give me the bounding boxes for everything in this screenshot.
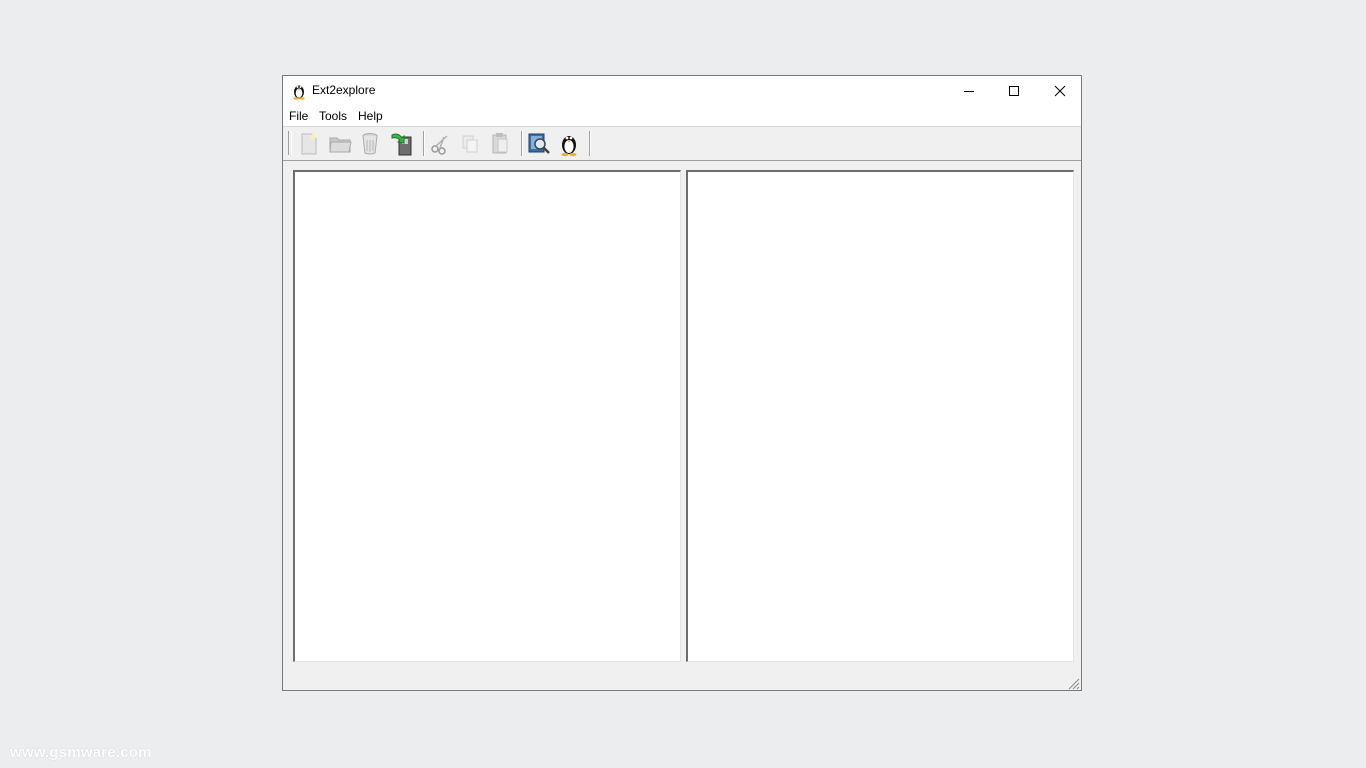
cut-button[interactable] — [427, 131, 453, 157]
menu-help[interactable]: Help — [358, 109, 383, 123]
toolbar-separator — [589, 131, 590, 156]
app-window: Ext2explore File Tools Help — [282, 75, 1082, 691]
delete-button[interactable] — [357, 131, 383, 157]
paste-button[interactable] — [487, 131, 513, 157]
linux-penguin-icon — [293, 85, 305, 100]
linux-penguin-icon — [561, 136, 577, 157]
folder-tree-pane[interactable] — [293, 170, 681, 662]
watermark-text: www.gsmware.com — [10, 744, 152, 761]
toolbar-grip[interactable] — [288, 131, 292, 155]
copy-icon — [462, 135, 478, 153]
menu-file[interactable]: File — [289, 109, 308, 123]
close-button[interactable] — [1037, 76, 1083, 106]
window-title: Ext2explore — [312, 83, 376, 97]
paste-icon — [492, 133, 508, 154]
menu-bar: File Tools Help — [283, 106, 1081, 127]
toolbar — [283, 127, 1081, 161]
cut-icon — [431, 135, 448, 155]
new-button[interactable] — [296, 131, 322, 157]
folder-icon — [329, 137, 352, 153]
toolbar-separator — [423, 131, 424, 156]
toolbar-separator — [521, 131, 522, 156]
copy-button[interactable] — [457, 131, 483, 157]
trash-icon — [362, 133, 378, 155]
minimize-icon — [964, 91, 974, 92]
save-export-icon — [391, 133, 412, 156]
maximize-button[interactable] — [991, 76, 1037, 106]
menu-tools[interactable]: Tools — [319, 109, 347, 123]
minimize-button[interactable] — [946, 76, 992, 106]
open-button[interactable] — [327, 131, 353, 157]
maximize-icon — [1009, 86, 1019, 96]
resize-grip-icon[interactable] — [1068, 678, 1080, 690]
save-button[interactable] — [389, 131, 415, 157]
close-icon — [1054, 85, 1066, 97]
title-bar[interactable]: Ext2explore — [283, 76, 1081, 106]
linux-button[interactable] — [556, 131, 582, 157]
scan-partition-icon — [528, 133, 550, 154]
status-bar — [283, 666, 1081, 691]
scan-button[interactable] — [526, 131, 552, 157]
file-list-pane[interactable] — [686, 170, 1074, 662]
new-file-icon — [301, 133, 317, 155]
